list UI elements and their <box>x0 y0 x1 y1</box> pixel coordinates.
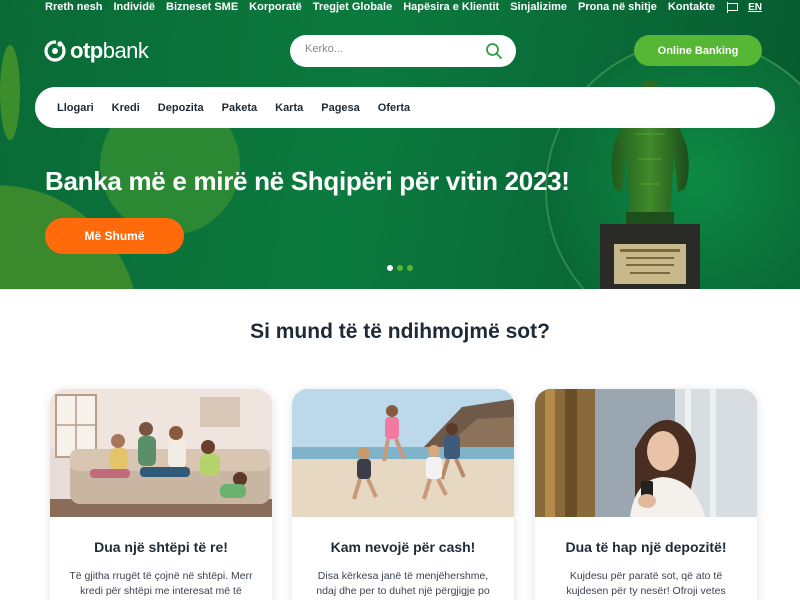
search-icon[interactable] <box>485 42 503 60</box>
top-nav-bizneset-sme[interactable]: Bizneset SME <box>166 0 238 16</box>
language-label[interactable]: EN <box>748 2 762 13</box>
section-title: Si mund të të ndihmojmë sot? <box>250 320 550 343</box>
nav-paketa[interactable]: Paketa <box>222 102 257 114</box>
top-nav-sinjalizime[interactable]: Sinjalizime <box>510 0 567 16</box>
nav-oferta[interactable]: Oferta <box>378 102 410 114</box>
card-title: Dua një shtëpi të re! <box>94 539 228 555</box>
logo-text: otpbank <box>70 38 149 63</box>
hero-headline: Banka më e mirë në Shqipëri për vitin 20… <box>45 166 570 196</box>
carousel-dot[interactable] <box>397 265 403 271</box>
nav-llogari[interactable]: Llogari <box>57 102 94 114</box>
more-button[interactable]: Më Shumë <box>45 218 184 254</box>
card-title: Kam nevojë për cash! <box>330 539 476 555</box>
otp-logo-icon <box>44 40 66 62</box>
family-sofa-image <box>50 389 272 517</box>
top-navigation: Rreth nesh Individë Bizneset SME Korpora… <box>45 0 726 16</box>
card-deposit[interactable]: Dua të hap një depozitë! Kujdesu për par… <box>535 389 757 600</box>
top-nav-rreth-nesh[interactable]: Rreth nesh <box>45 0 102 16</box>
decorative-bar <box>0 45 20 140</box>
top-nav-individe[interactable]: Individë <box>113 0 155 16</box>
card-title: Dua të hap një depozitë! <box>565 539 727 555</box>
carousel-dot[interactable] <box>387 265 393 271</box>
nav-depozita[interactable]: Depozita <box>158 102 204 114</box>
nav-kredi[interactable]: Kredi <box>112 102 140 114</box>
top-nav-korporate[interactable]: Korporatë <box>249 0 302 16</box>
top-nav-prona-ne-shitje[interactable]: Prona në shitje <box>578 0 657 16</box>
flag-icon <box>727 2 739 13</box>
carousel-dot[interactable] <box>407 265 413 271</box>
nav-pagesa[interactable]: Pagesa <box>321 102 360 114</box>
woman-phone-image <box>535 389 757 517</box>
search-input[interactable] <box>305 43 475 55</box>
search-box <box>290 35 516 67</box>
main-navigation: Llogari Kredi Depozita Paketa Karta Page… <box>35 87 775 128</box>
card-description: Kujdesu për paratë sot, që ato të kujdes… <box>566 570 726 597</box>
top-nav-kontakte[interactable]: Kontakte <box>668 0 715 16</box>
top-nav-tregjet-globale[interactable]: Tregjet Globale <box>313 0 392 16</box>
card-description: Disa kërkesa janë të menjëhershme, ndaj … <box>316 570 490 597</box>
otp-bank-logo[interactable]: otpbank <box>44 38 149 64</box>
online-banking-button[interactable]: Online Banking <box>634 35 762 66</box>
language-switcher[interactable]: EN <box>727 2 762 13</box>
card-new-home[interactable]: Dua një shtëpi të re! Të gjitha rrugët t… <box>50 389 272 600</box>
nav-karta[interactable]: Karta <box>275 102 303 114</box>
card-cash[interactable]: Kam nevojë për cash! Disa kërkesa janë t… <box>292 389 514 600</box>
carousel-dots <box>387 265 413 271</box>
card-description: Të gjitha rrugët të çojnë në shtëpi. Mer… <box>69 570 253 597</box>
family-beach-image <box>292 389 514 517</box>
hero-banner: Rreth nesh Individë Bizneset SME Korpora… <box>0 0 800 289</box>
top-nav-hapesira-klientit[interactable]: Hapësira e Klientit <box>403 0 499 16</box>
